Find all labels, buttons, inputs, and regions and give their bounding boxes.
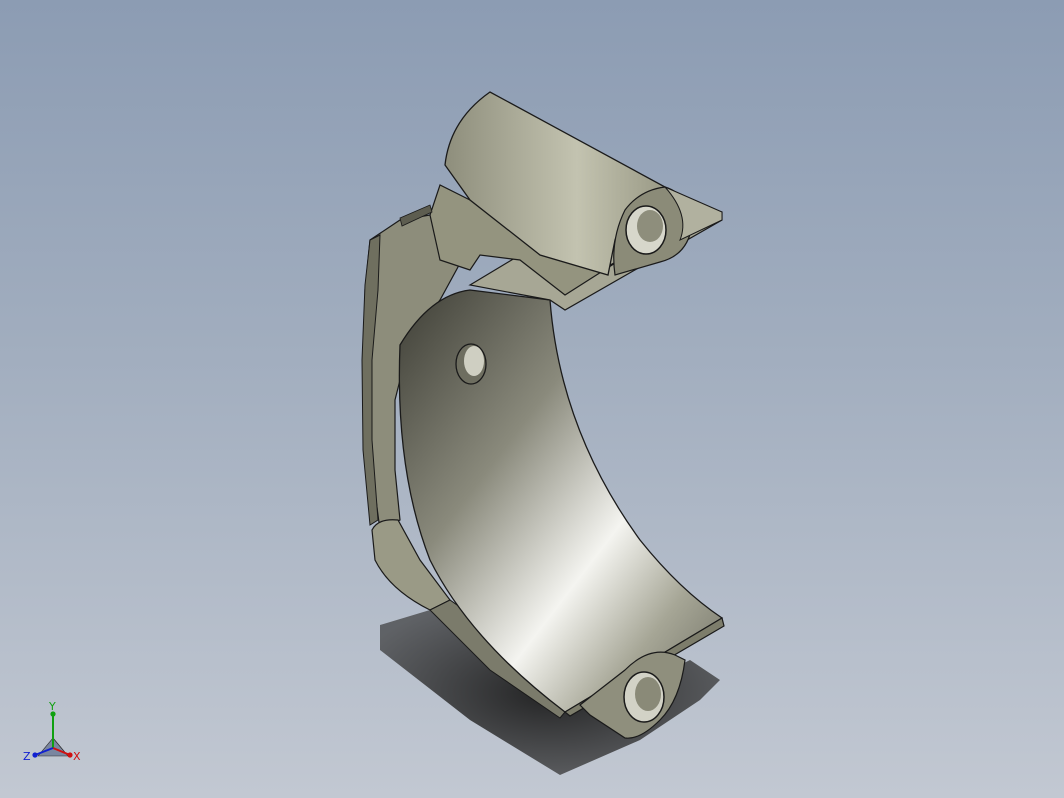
bottom-bolt-hole-inner <box>635 677 661 711</box>
triad-y-label: Y <box>48 700 56 713</box>
oil-hole-inner <box>464 346 484 376</box>
triad-x-label: X <box>73 750 81 763</box>
bearing-cap-model[interactable] <box>0 0 1064 798</box>
coordinate-triad[interactable]: Y X Z <box>18 700 88 770</box>
top-bolt-hole-inner <box>637 210 663 242</box>
graphics-viewport[interactable]: Y X Z <box>0 0 1064 798</box>
triad-z-tip <box>32 752 38 758</box>
triad-x-tip <box>67 752 73 758</box>
triad-z-label: Z <box>23 750 31 763</box>
